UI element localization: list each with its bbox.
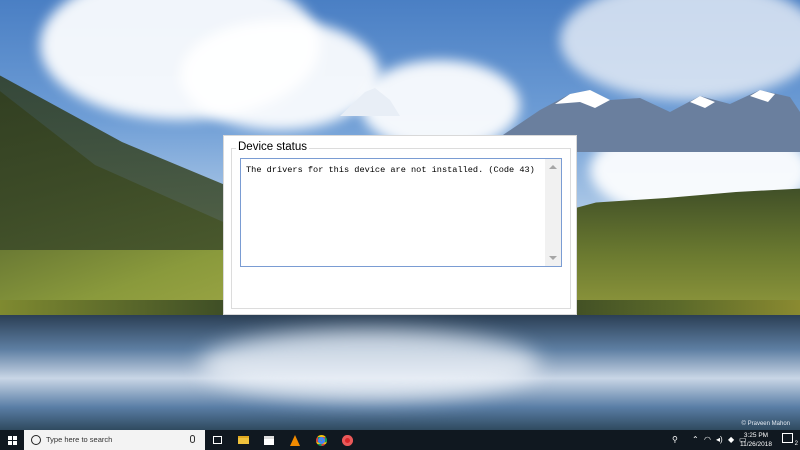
scroll-up-arrow-icon[interactable] <box>549 165 557 169</box>
file-explorer-icon[interactable] <box>232 430 254 450</box>
task-view-icon[interactable] <box>206 430 228 450</box>
device-status-title: Device status <box>236 140 310 154</box>
device-status-dialog: Device status The drivers for this devic… <box>223 135 577 315</box>
scroll-down-arrow-icon[interactable] <box>549 256 557 260</box>
device-status-textbox[interactable]: The drivers for this device are not inst… <box>240 158 562 267</box>
taskbar-clock[interactable]: 3:25 PM 11/26/2018 <box>736 431 776 449</box>
chevron-up-icon[interactable]: ⌃ <box>692 435 699 445</box>
taskbar: Type here to search ⚲ ⌃ ◠ ◂) ◆ ▭ 3:25 PM… <box>0 430 800 450</box>
device-status-message: The drivers for this device are not inst… <box>246 165 535 175</box>
microsoft-store-icon[interactable] <box>258 430 280 450</box>
chrome-icon[interactable] <box>310 430 332 450</box>
mountain-peak-left <box>340 88 400 116</box>
notification-count: 2 <box>794 441 798 448</box>
notification-icon <box>782 433 793 443</box>
screen-recorder-icon[interactable] <box>336 430 358 450</box>
volume-icon[interactable]: ◂) <box>716 435 723 445</box>
search-icon <box>31 435 41 445</box>
windows-logo-icon <box>7 435 17 445</box>
clock-time: 3:25 PM <box>743 432 769 439</box>
photo-credit: © Praveen Mahon <box>741 421 790 427</box>
people-icon[interactable]: ⚲ <box>672 435 678 445</box>
microphone-icon[interactable] <box>190 435 195 443</box>
search-placeholder: Type here to search <box>46 435 113 444</box>
vlc-icon[interactable] <box>284 430 306 450</box>
wifi-icon[interactable]: ◠ <box>704 435 711 445</box>
textbox-scrollbar[interactable] <box>545 159 561 266</box>
dropbox-icon[interactable]: ◆ <box>728 435 734 445</box>
taskbar-search-box[interactable]: Type here to search <box>24 430 205 450</box>
action-center-button[interactable]: 2 <box>782 433 798 448</box>
start-button[interactable] <box>0 430 24 450</box>
clock-date: 11/26/2018 <box>739 441 773 448</box>
